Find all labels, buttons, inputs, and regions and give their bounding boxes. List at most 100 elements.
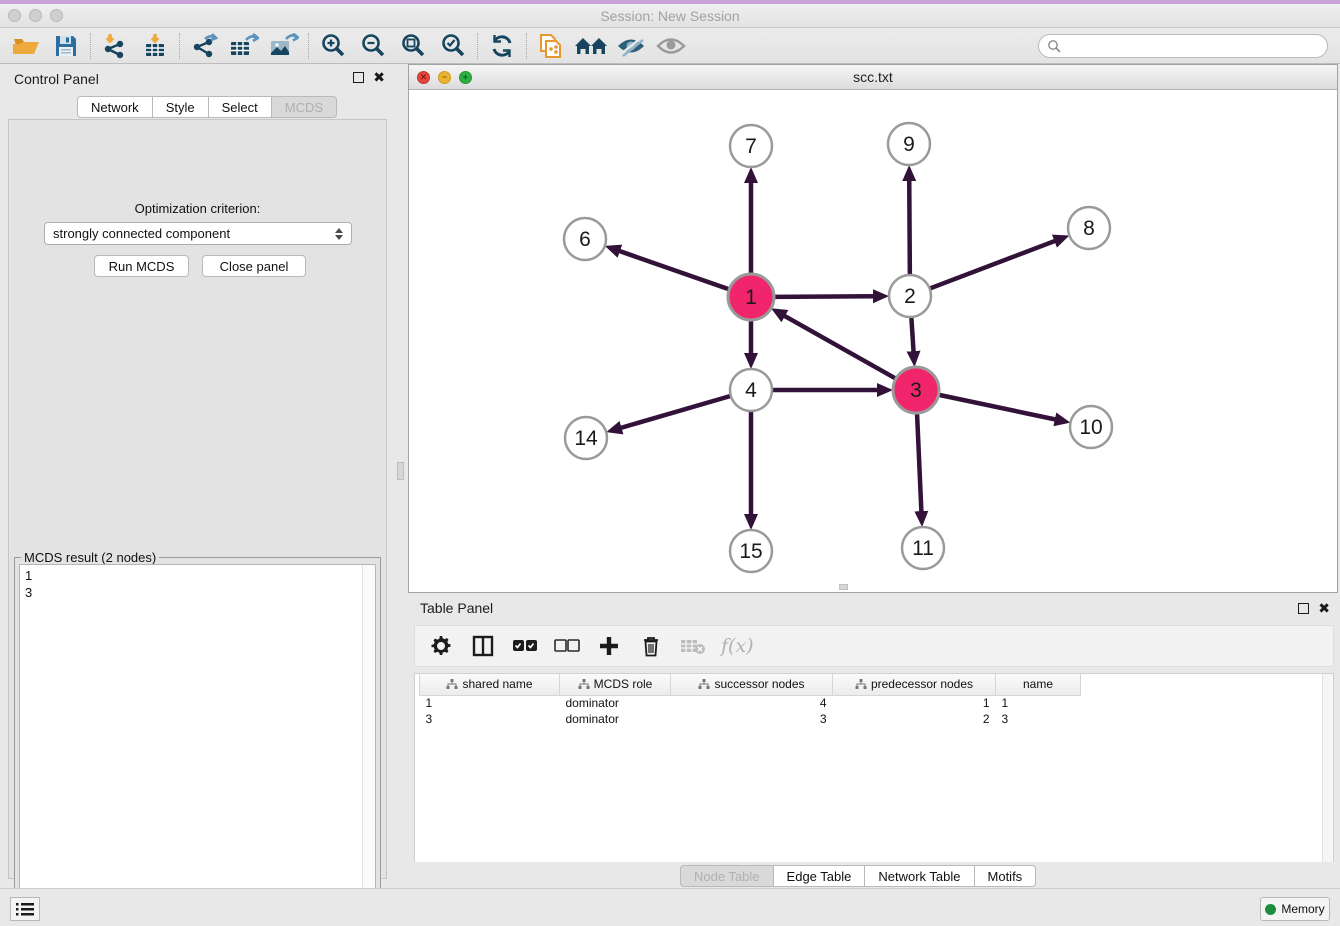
graph-node-label: 2 <box>904 285 916 308</box>
table-panel: Table Panel ✖ <box>408 595 1340 888</box>
tab-motifs[interactable]: Motifs <box>975 865 1037 887</box>
export-network-button[interactable] <box>184 30 224 62</box>
delete-row-button[interactable] <box>637 632 665 660</box>
add-row-button[interactable] <box>595 632 623 660</box>
column-header-successor-nodes[interactable]: successor nodes <box>671 674 833 695</box>
graph-node-label: 10 <box>1079 416 1102 439</box>
table-cell[interactable]: 1 <box>420 695 560 711</box>
mcds-result-area[interactable]: 1 3 <box>19 564 376 926</box>
table-row[interactable]: 1dominator411 <box>420 695 1081 711</box>
search-input[interactable] <box>1066 39 1327 54</box>
zoom-out-button[interactable] <box>353 30 393 62</box>
tab-select[interactable]: Select <box>209 96 272 118</box>
table-cell[interactable]: dominator <box>560 695 671 711</box>
refresh-icon <box>489 33 515 59</box>
graph-edge-3-11[interactable] <box>917 413 921 513</box>
eye-slash-button[interactable] <box>611 30 651 62</box>
table-cell[interactable]: 3 <box>420 711 560 727</box>
table-settings-button[interactable] <box>427 632 455 660</box>
window-titlebar[interactable]: Session: New Session <box>0 4 1340 28</box>
mcds-result-scrollbar[interactable] <box>362 565 375 926</box>
table-scrollbar[interactable] <box>1322 674 1333 862</box>
tab-network-table[interactable]: Network Table <box>865 865 974 887</box>
network-canvas[interactable]: 7 9 6 8 1 2 4 3 14 10 15 11 <box>409 90 1337 592</box>
table-panel-close-icon[interactable]: ✖ <box>1318 603 1330 614</box>
graph-edge-4-14[interactable] <box>620 396 731 428</box>
export-table-button[interactable] <box>224 30 264 62</box>
graph-node-7[interactable]: 7 <box>730 125 772 167</box>
delete-table-button[interactable] <box>679 632 707 660</box>
graph-edge-3-1[interactable] <box>783 315 896 379</box>
export-image-button[interactable] <box>264 30 304 62</box>
vertical-splitter-handle[interactable] <box>397 462 404 480</box>
criterion-dropdown[interactable]: strongly connected component <box>44 222 352 245</box>
table-cell[interactable]: 2 <box>833 711 996 727</box>
column-header-mcds-role[interactable]: MCDS role <box>560 674 671 695</box>
restore-panels-button[interactable] <box>10 897 40 921</box>
table-columns-button[interactable] <box>469 632 497 660</box>
tab-edge-table[interactable]: Edge Table <box>774 865 866 887</box>
graph-node-15[interactable]: 15 <box>730 530 772 572</box>
column-header-shared-name[interactable]: shared name <box>420 674 560 695</box>
graph-node-14[interactable]: 14 <box>565 417 607 459</box>
graph-edge-1-6[interactable] <box>618 251 729 290</box>
copy-documents-button[interactable] <box>531 30 571 62</box>
status-bar: Memory <box>0 888 1340 926</box>
network-window-titlebar[interactable]: ✕ − + scc.txt <box>409 65 1337 90</box>
vertical-splitter[interactable] <box>395 64 408 888</box>
table-panel-float-icon[interactable] <box>1298 603 1309 614</box>
graph-node-8[interactable]: 8 <box>1068 207 1110 249</box>
tab-style[interactable]: Style <box>153 96 209 118</box>
memory-button[interactable]: Memory <box>1260 897 1330 921</box>
table-cell[interactable]: dominator <box>560 711 671 727</box>
graph-node-6[interactable]: 6 <box>564 218 606 260</box>
table-row[interactable]: 3dominator323 <box>420 711 1081 727</box>
graph-edge-2-8[interactable] <box>930 240 1057 288</box>
graph-node-10[interactable]: 10 <box>1070 406 1112 448</box>
column-header-name[interactable]: name <box>996 674 1081 695</box>
hierarchy-icon <box>855 679 867 690</box>
control-panel-close-icon[interactable]: ✖ <box>373 72 385 83</box>
graph-edge-1-2[interactable] <box>774 296 875 297</box>
graph-node-11[interactable]: 11 <box>902 527 944 569</box>
double-home-button[interactable] <box>571 30 611 62</box>
import-network-button[interactable] <box>95 30 135 62</box>
graph-node-1[interactable]: 1 <box>728 274 774 320</box>
graph-node-4[interactable]: 4 <box>730 369 772 411</box>
graph-edge-2-3[interactable] <box>911 317 913 353</box>
export-network-icon <box>190 33 218 59</box>
graph-node-9[interactable]: 9 <box>888 123 930 165</box>
search-field[interactable] <box>1038 34 1328 58</box>
open-session-button[interactable] <box>6 30 46 62</box>
close-panel-button[interactable]: Close panel <box>202 255 306 277</box>
select-all-button[interactable] <box>511 632 539 660</box>
zoom-in-button[interactable] <box>313 30 353 62</box>
tab-node-table[interactable]: Node Table <box>680 865 774 887</box>
save-session-button[interactable] <box>46 30 86 62</box>
function-builder-button[interactable]: f(x) <box>721 635 754 657</box>
import-table-button[interactable] <box>135 30 175 62</box>
table-cell[interactable]: 1 <box>996 695 1081 711</box>
column-header-predecessor-nodes[interactable]: predecessor nodes <box>833 674 996 695</box>
zoom-fit-button[interactable] <box>393 30 433 62</box>
table-cell[interactable]: 3 <box>996 711 1081 727</box>
eye-button[interactable] <box>651 30 691 62</box>
run-mcds-button[interactable]: Run MCDS <box>94 255 189 277</box>
graph-node-label: 15 <box>739 540 762 563</box>
graph-node-label: 1 <box>745 286 757 309</box>
graph-node-3[interactable]: 3 <box>893 367 939 413</box>
graph-edge-3-10[interactable] <box>939 395 1057 420</box>
table-cell[interactable]: 1 <box>833 695 996 711</box>
graph-node-2[interactable]: 2 <box>889 275 931 317</box>
zoom-selected-button[interactable] <box>433 30 473 62</box>
graph-edge-2-9[interactable] <box>909 179 910 275</box>
import-network-icon <box>102 33 128 59</box>
table-cell[interactable]: 3 <box>671 711 833 727</box>
tab-network[interactable]: Network <box>77 96 153 118</box>
control-panel-float-icon[interactable] <box>353 72 364 83</box>
deselect-all-button[interactable] <box>553 632 581 660</box>
horizontal-splitter-handle[interactable] <box>839 584 848 590</box>
table-cell[interactable]: 4 <box>671 695 833 711</box>
refresh-view-button[interactable] <box>482 30 522 62</box>
tab-mcds[interactable]: MCDS <box>272 96 337 118</box>
